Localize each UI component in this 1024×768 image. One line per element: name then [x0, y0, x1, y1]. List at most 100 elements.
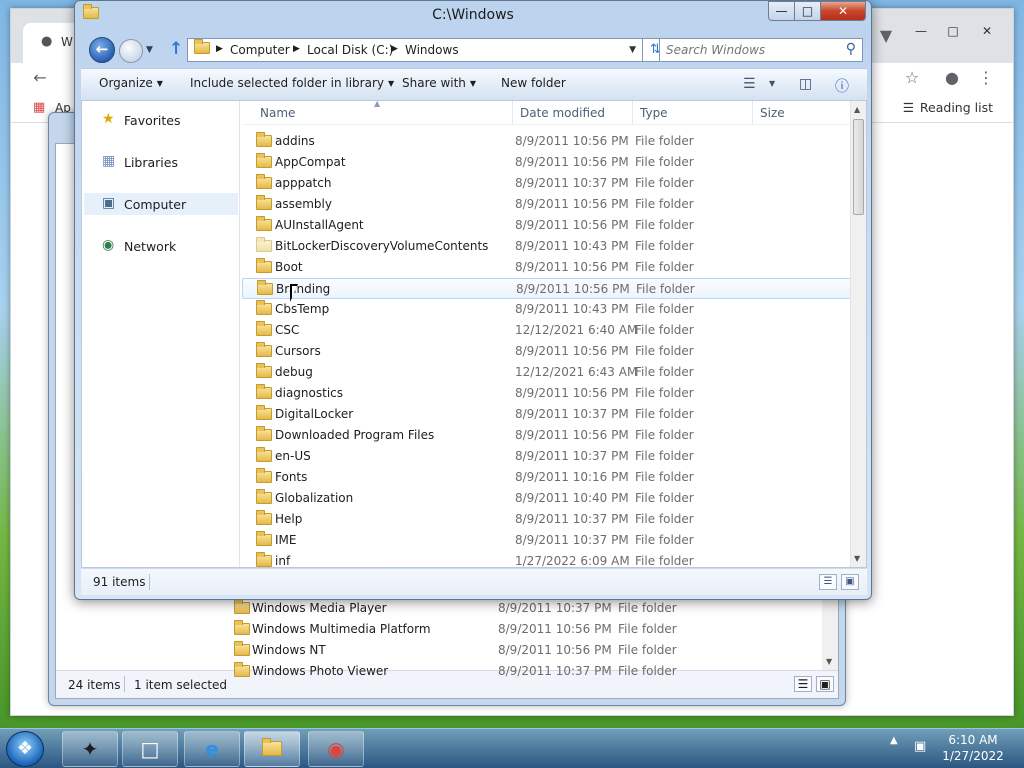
search-box[interactable]: ⚲ — [659, 38, 863, 62]
taskbar-chrome[interactable]: ◉ — [308, 731, 364, 767]
tab-search-button[interactable]: ▼ — [873, 23, 899, 49]
up-arrow-icon[interactable]: ↑ — [169, 39, 183, 59]
fonts-folder-icon — [256, 468, 272, 483]
details-view-icon[interactable]: ☰ — [819, 574, 837, 590]
table-row[interactable]: assembly 8/9/2011 10:56 PM File folder — [242, 194, 854, 215]
change-view-icon[interactable]: ☰ — [743, 76, 756, 92]
command-bar: Organize ▼ Include selected folder in lib… — [81, 68, 867, 100]
scroll-down-arrow-icon[interactable]: ▼ — [826, 657, 832, 666]
chevron-right-icon[interactable]: ▶ — [391, 44, 398, 54]
table-row[interactable]: DigitalLocker 8/9/2011 10:37 PM File folde… — [242, 404, 854, 425]
table-row[interactable]: Fonts 8/9/2011 10:16 PM File folder — [242, 467, 854, 488]
star-icon[interactable]: ☆ — [899, 65, 925, 91]
breadcrumb-windows[interactable]: Windows — [405, 43, 459, 57]
table-row[interactable]: Globalization 8/9/2011 10:40 PM File folde… — [242, 488, 854, 509]
profile-icon[interactable]: ● — [939, 65, 965, 91]
reading-list-button[interactable]: ☰ Reading list — [903, 100, 993, 115]
folder-icon — [256, 216, 272, 231]
table-row[interactable]: BitLockerDiscoveryVolumeContents 8/9/2011… — [242, 236, 854, 257]
folder-icon — [262, 738, 282, 756]
forward-button[interactable] — [119, 39, 143, 63]
folder-icon — [256, 342, 272, 357]
column-date-modified[interactable]: Date modified — [520, 106, 605, 120]
address-dropdown-icon[interactable]: ▼ — [629, 45, 636, 55]
include-in-library-button[interactable]: Include selected folder in library ▼ — [190, 76, 394, 90]
table-row[interactable]: CbsTemp 8/9/2011 10:43 PM File folder — [242, 299, 854, 320]
nav-item-computer[interactable]: ▣ Computer — [84, 193, 238, 215]
column-divider[interactable] — [632, 101, 633, 125]
chevron-right-icon[interactable]: ▶ — [293, 44, 300, 54]
table-row[interactable]: Boot 8/9/2011 10:56 PM File folder — [242, 257, 854, 278]
document-icon: □ — [140, 737, 160, 761]
system-clock[interactable]: 6:10 AM 1/27/2022 — [940, 732, 1006, 764]
chrome-minimize-button[interactable]: — — [907, 21, 935, 41]
breadcrumb-computer[interactable]: Computer — [230, 43, 290, 57]
table-row[interactable]: debug 12/12/2021 6:43 AM File folder — [242, 362, 854, 383]
new-folder-button[interactable]: New folder — [501, 76, 566, 90]
share-with-button[interactable]: Share with ▼ — [402, 76, 476, 90]
list-item[interactable]: Windows Photo Viewer 8/9/2011 10:37 PM Fil… — [220, 661, 820, 682]
recent-pages-dropdown[interactable]: ▼ — [146, 45, 153, 55]
background-item-count: 24 items — [68, 678, 121, 692]
organize-button[interactable]: Organize ▼ — [99, 76, 163, 90]
maximize-button[interactable]: □ — [794, 1, 821, 21]
scroll-up-arrow-icon[interactable]: ▲ — [854, 105, 860, 114]
taskbar-wand-app[interactable]: ✦ — [62, 731, 118, 767]
column-name[interactable]: Name — [260, 106, 295, 120]
preview-pane-icon[interactable]: ◫ — [799, 76, 812, 92]
taskbar-windows-explorer[interactable] — [244, 731, 300, 767]
menu-icon[interactable]: ⋮ — [973, 65, 999, 91]
folder-icon — [256, 447, 272, 462]
table-row[interactable]: Downloaded Program Files 8/9/2011 10:56 P… — [242, 425, 854, 446]
table-row[interactable]: IME 8/9/2011 10:37 PM File folder — [242, 530, 854, 551]
column-divider[interactable] — [752, 101, 753, 125]
item-count: 91 items — [93, 575, 146, 589]
back-arrow-icon[interactable]: ← — [27, 65, 53, 91]
chevron-right-icon[interactable]: ▶ — [216, 44, 223, 54]
address-bar[interactable]: ▶ Computer ▶ Local Disk (C:) ▶ Windows ▼ — [187, 38, 643, 62]
apps-grid-icon[interactable]: ▦ — [33, 100, 45, 115]
table-row[interactable]: AppCompat 8/9/2011 10:56 PM File folder — [242, 152, 854, 173]
list-item[interactable]: Windows Multimedia Platform 8/9/2011 10:5… — [220, 619, 820, 640]
back-button[interactable]: ← — [89, 37, 115, 63]
nav-item-favorites[interactable]: ★ Favorites — [84, 109, 238, 131]
table-row[interactable]: diagnostics 8/9/2011 10:56 PM File folder — [242, 383, 854, 404]
start-button[interactable]: ❖ — [6, 731, 44, 767]
table-row-hovered[interactable]: Branding 8/9/2011 10:56 PM File folder — [242, 278, 854, 299]
folder-icon — [256, 132, 272, 147]
chrome-tab-title: W — [61, 35, 73, 49]
help-icon[interactable]: ⓘ — [835, 76, 849, 96]
search-input[interactable] — [666, 42, 836, 58]
chrome-maximize-button[interactable]: □ — [939, 21, 967, 41]
chrome-close-button[interactable]: ✕ — [973, 21, 1001, 41]
list-item[interactable]: Windows NT 8/9/2011 10:56 PM File folder — [220, 640, 820, 661]
minimize-button[interactable]: — — [768, 1, 795, 21]
breadcrumb-local-disk[interactable]: Local Disk (C:) — [307, 43, 393, 57]
preview-view-icon[interactable]: ▣ — [841, 574, 859, 590]
scroll-down-arrow-icon[interactable]: ▼ — [854, 554, 860, 563]
table-row[interactable]: Cursors 8/9/2011 10:56 PM File folder — [242, 341, 854, 362]
list-item[interactable]: Windows Media Player 8/9/2011 10:37 PM Fil… — [220, 598, 820, 619]
chevron-down-icon[interactable]: ▼ — [769, 79, 775, 88]
scrollbar-thumb[interactable] — [853, 119, 864, 215]
clock-time: 6:10 AM — [948, 733, 998, 747]
vertical-scrollbar[interactable]: ▲ ▼ — [850, 101, 866, 567]
nav-item-libraries[interactable]: ▦ Libraries — [84, 151, 238, 173]
taskbar-notepad-app[interactable]: □ — [122, 731, 178, 767]
table-row[interactable]: CSC 12/12/2021 6:40 AM File folder — [242, 320, 854, 341]
taskbar-internet-explorer[interactable]: e — [184, 731, 240, 767]
nav-item-network[interactable]: ◉ Network — [84, 235, 238, 257]
table-row[interactable]: en-US 8/9/2011 10:37 PM File folder — [242, 446, 854, 467]
chevron-down-icon: ▼ — [469, 79, 477, 88]
column-size[interactable]: Size — [760, 106, 785, 120]
column-divider[interactable] — [512, 101, 513, 125]
show-hidden-icons[interactable]: ▲ — [890, 735, 898, 746]
search-icon[interactable]: ⚲ — [846, 41, 856, 57]
column-type[interactable]: Type — [640, 106, 668, 120]
table-row[interactable]: apppatch 8/9/2011 10:37 PM File folder — [242, 173, 854, 194]
close-button[interactable]: ✕ — [820, 1, 866, 21]
network-tray-icon[interactable]: ▣ — [914, 739, 926, 754]
table-row[interactable]: AUInstallAgent 8/9/2011 10:56 PM File fold… — [242, 215, 854, 236]
table-row[interactable]: addins 8/9/2011 10:56 PM File folder — [242, 131, 854, 152]
table-row[interactable]: Help 8/9/2011 10:37 PM File folder — [242, 509, 854, 530]
